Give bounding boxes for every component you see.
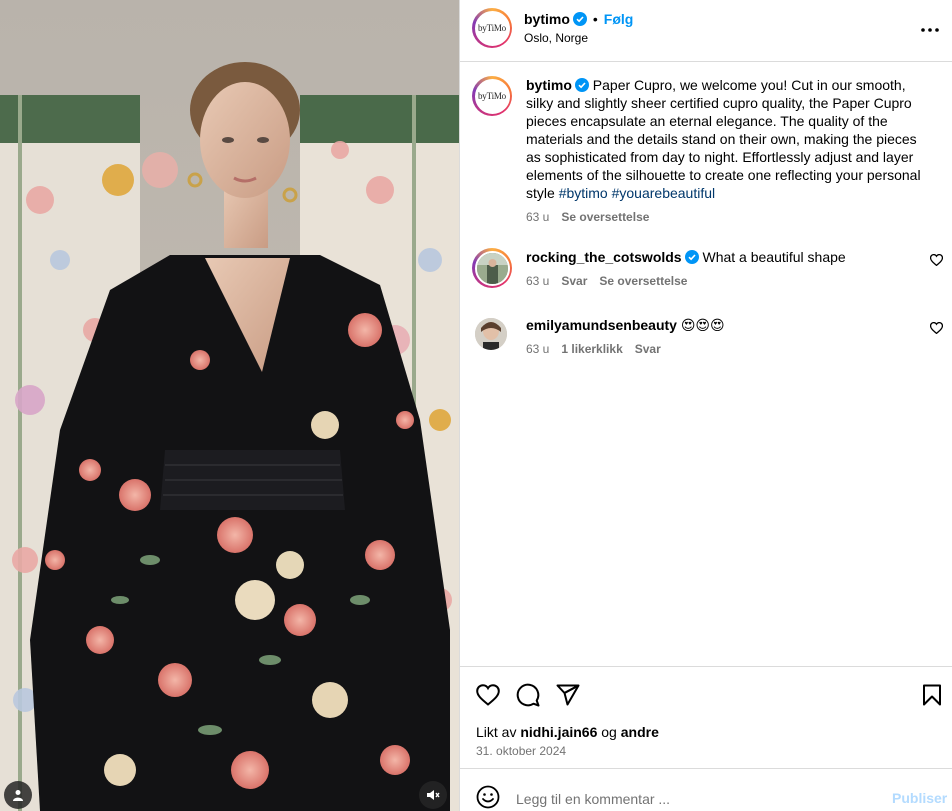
author-username[interactable]: bytimo (524, 11, 570, 27)
comment-text: What a beautiful shape (702, 249, 846, 265)
more-options-icon (921, 28, 939, 32)
post-details-pane: byTiMo bytimo • Følg Oslo, Norge byTiMo (459, 0, 952, 811)
user-tag-icon (13, 790, 23, 801)
comment-age[interactable]: 63 u (526, 272, 549, 290)
comment-likes-count[interactable]: 1 likerklikk (561, 340, 622, 358)
liked-by-others[interactable]: andre (621, 724, 659, 740)
hashtag-link[interactable]: #youarebeautiful (612, 185, 716, 201)
see-translation-button[interactable]: Se oversettelse (561, 208, 649, 226)
share-icon (556, 684, 580, 706)
see-translation-button[interactable]: Se oversettelse (599, 272, 687, 290)
comment-icon (516, 683, 540, 707)
hashtag-link[interactable]: #bytimo (559, 185, 608, 201)
liked-by-prefix: Likt av (476, 724, 517, 740)
post-photo (0, 0, 459, 811)
caption: byTiMo bytimo Paper Cupro, we welcome yo… (472, 76, 942, 236)
header-separator: • (592, 11, 598, 27)
comment-item: rocking_the_cotswolds What a beautiful s… (472, 248, 943, 298)
caption-avatar-logo-text: byTiMo (478, 91, 506, 101)
liked-by-row: Likt av nidhi.jain66 og andre (476, 724, 659, 740)
comment-age[interactable]: 63 u (526, 340, 549, 358)
save-button[interactable] (918, 681, 946, 709)
avatar-logo-text: byTiMo (478, 23, 506, 33)
author-row: bytimo • Følg (524, 11, 633, 27)
follow-button[interactable]: Følg (604, 11, 634, 27)
caption-avatar[interactable]: byTiMo (472, 76, 512, 116)
reply-button[interactable]: Svar (635, 340, 661, 358)
comment-input[interactable] (516, 789, 876, 809)
comment-like-icon[interactable] (930, 254, 943, 266)
post-actions: Likt av nidhi.jain66 og andre 31. oktobe… (460, 666, 952, 768)
like-button[interactable] (474, 681, 502, 709)
post-location[interactable]: Oslo, Norge (524, 31, 588, 45)
post-header: byTiMo bytimo • Følg Oslo, Norge (460, 0, 952, 62)
caption-username[interactable]: bytimo (526, 77, 572, 93)
liked-by-user[interactable]: nidhi.jain66 (520, 724, 597, 740)
commenter-avatar-image (476, 252, 508, 284)
liked-by-and: og (601, 724, 617, 740)
post-date[interactable]: 31. oktober 2024 (476, 744, 566, 758)
verified-icon (574, 78, 589, 92)
heart-icon (476, 684, 500, 706)
bookmark-icon (923, 684, 941, 706)
share-button[interactable] (554, 681, 582, 709)
commenter-username[interactable]: rocking_the_cotswolds (526, 249, 682, 265)
caption-text: Paper Cupro, we welcome you! Cut in our … (526, 77, 921, 201)
author-avatar[interactable]: byTiMo (472, 8, 512, 48)
user-tag-button[interactable] (4, 781, 32, 809)
verified-icon (572, 12, 587, 26)
comment-like-icon[interactable] (930, 322, 943, 334)
commenter-avatar[interactable] (475, 318, 507, 350)
verified-icon (684, 250, 699, 264)
comment-composer: Publiser (460, 768, 952, 811)
commenter-avatar-image (475, 318, 507, 350)
commenter-username[interactable]: emilyamundsenbeauty (526, 317, 677, 333)
commenter-avatar[interactable] (472, 248, 512, 288)
caption-text-block: bytimo Paper Cupro, we welcome you! Cut … (526, 76, 930, 202)
more-options-button[interactable] (916, 18, 944, 42)
comment-item: emilyamundsenbeauty 😍😍😍 63 u 1 likerklik… (472, 316, 943, 366)
comment-button[interactable] (514, 681, 542, 709)
emoji-icon[interactable] (476, 785, 500, 809)
comments-section[interactable]: byTiMo bytimo Paper Cupro, we welcome yo… (460, 63, 952, 667)
reply-button[interactable]: Svar (561, 272, 587, 290)
caption-age[interactable]: 63 u (526, 208, 549, 226)
mute-button[interactable] (419, 781, 447, 809)
post-media[interactable] (0, 0, 459, 811)
publish-button[interactable]: Publiser (892, 790, 947, 806)
comment-text: 😍😍😍 (680, 317, 725, 333)
mute-icon (427, 790, 440, 800)
